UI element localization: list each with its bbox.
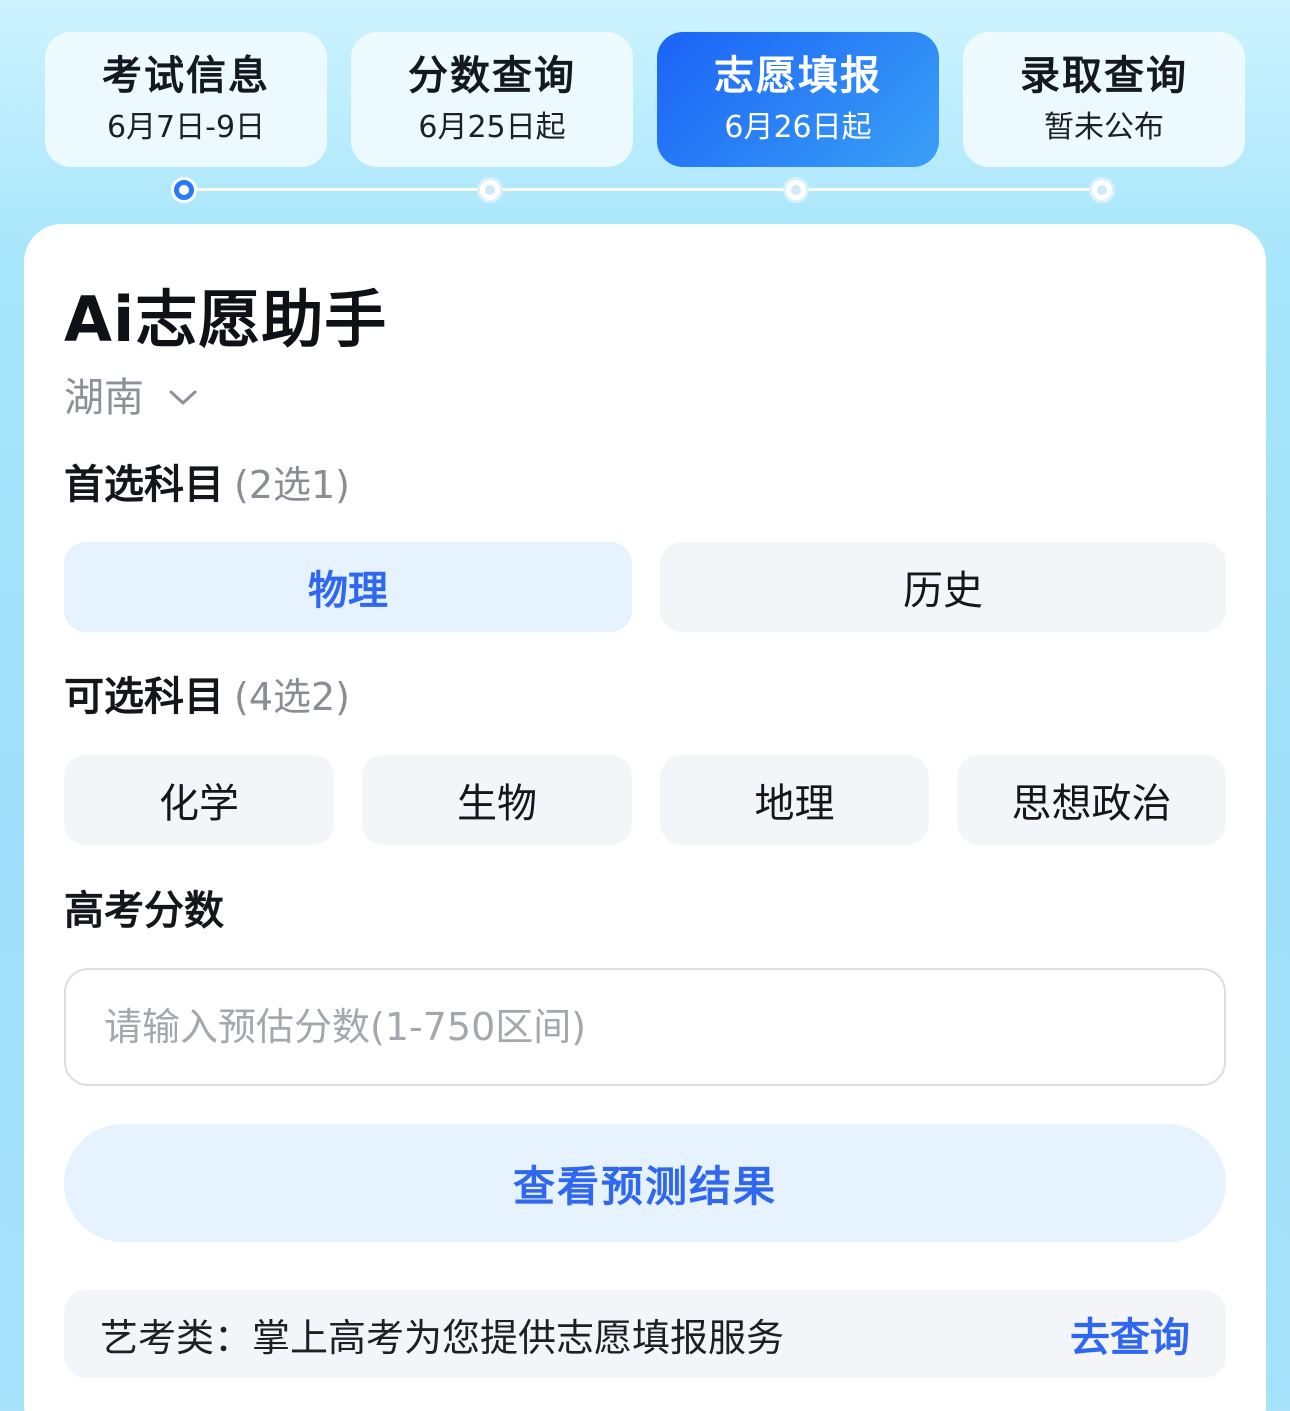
ai-assistant-card: Ai志愿助手 湖南 首选科目 (2选1) 物理 历史 可选科目 (4选2) 化学 生… (24, 224, 1266, 1411)
step-tab-exam-info[interactable]: 考试信息 6月7日-9日 (45, 32, 327, 167)
optional-subject-hint: (4选2) (234, 675, 351, 719)
primary-subject-label: 首选科目 (2选1) (64, 460, 350, 510)
timeline-dot (477, 177, 503, 203)
timeline-dot (783, 177, 809, 203)
art-exam-query-link[interactable]: 去查询 (1070, 1305, 1190, 1363)
step-tab-date: 6月25日起 (418, 109, 566, 145)
optional-subject-title: 可选科目 (64, 674, 224, 720)
step-tab-title: 录取查询 (1020, 52, 1188, 99)
score-input[interactable] (64, 968, 1226, 1086)
score-label: 高考分数 (64, 888, 224, 934)
optional-subject-label: 可选科目 (4选2) (64, 672, 350, 722)
step-tab-score-query[interactable]: 分数查询 6月25日起 (351, 32, 633, 167)
region-label: 湖南 (64, 375, 144, 421)
timeline-dot (1089, 177, 1115, 203)
step-tab-date: 6月7日-9日 (106, 109, 266, 145)
step-tab-admission-query[interactable]: 录取查询 暂未公布 (963, 32, 1245, 167)
step-tab-title: 分数查询 (408, 52, 576, 99)
step-tab-application[interactable]: 志愿填报 6月26日起 (657, 32, 939, 167)
subject-option-chemistry[interactable]: 化学 (64, 755, 334, 845)
art-exam-banner: 艺考类：掌上高考为您提供志愿填报服务 去查询 (64, 1290, 1226, 1378)
step-tab-date: 暂未公布 (1044, 109, 1164, 145)
primary-subject-title: 首选科目 (64, 462, 224, 508)
card-title: Ai志愿助手 (64, 283, 388, 356)
view-prediction-button[interactable]: 查看预测结果 (64, 1124, 1226, 1242)
region-selector[interactable]: 湖南 (64, 374, 200, 422)
primary-subject-hint: (2选1) (234, 463, 351, 507)
subject-option-biology[interactable]: 生物 (362, 755, 632, 845)
timeline-dot-active (171, 177, 197, 203)
subject-option-geography[interactable]: 地理 (660, 755, 929, 845)
chevron-down-icon (166, 381, 200, 415)
subject-option-physics[interactable]: 物理 (64, 542, 632, 632)
step-tab-title: 考试信息 (102, 52, 270, 99)
subject-option-politics[interactable]: 思想政治 (957, 755, 1226, 845)
timeline-line (184, 188, 1102, 191)
step-tabs: 考试信息 6月7日-9日 分数查询 6月25日起 志愿填报 6月26日起 录取查… (45, 32, 1245, 167)
subject-option-history[interactable]: 历史 (660, 542, 1226, 632)
step-tab-title: 志愿填报 (714, 52, 882, 99)
art-exam-text: 艺考类：掌上高考为您提供志愿填报服务 (100, 1315, 785, 1360)
step-tab-date: 6月26日起 (724, 109, 872, 145)
